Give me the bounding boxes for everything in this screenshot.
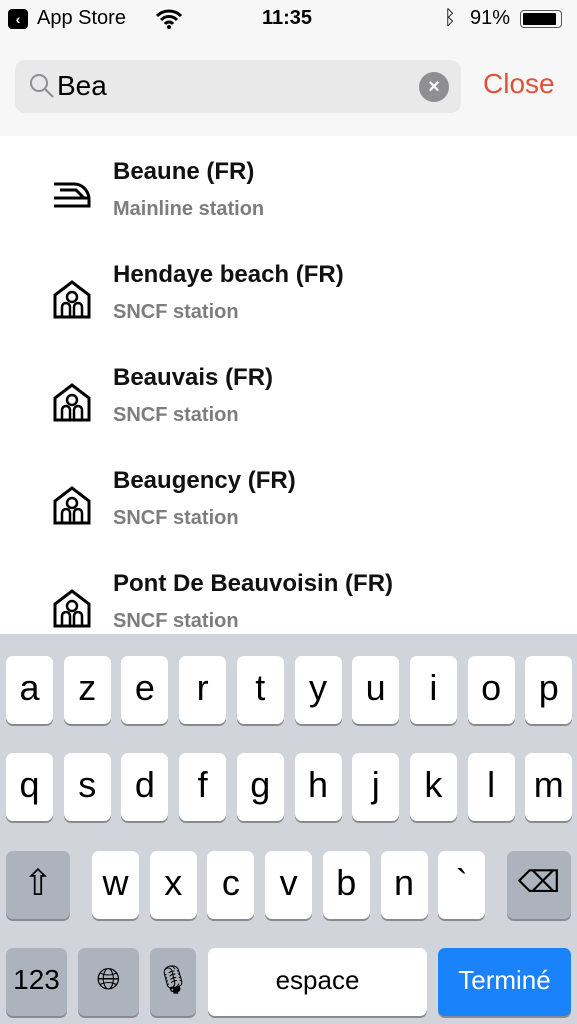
- key-t[interactable]: t: [236, 656, 284, 724]
- close-button[interactable]: Close: [483, 68, 555, 100]
- search-header: Bea × Close: [0, 36, 577, 136]
- globe-icon[interactable]: 🌐︎: [78, 948, 139, 1016]
- key-c[interactable]: c: [207, 851, 255, 919]
- key-z[interactable]: z: [63, 656, 111, 724]
- result-item[interactable]: Beaune (FR) Mainline station: [0, 140, 577, 243]
- space-key[interactable]: espace: [208, 948, 427, 1016]
- back-to-app-store[interactable]: App Store: [37, 7, 126, 30]
- clear-search-button[interactable]: ×: [419, 72, 449, 102]
- search-icon: [30, 74, 54, 98]
- key-a[interactable]: a: [6, 656, 53, 724]
- result-title: Beauvais (FR): [113, 364, 274, 391]
- key-v[interactable]: v: [265, 851, 313, 919]
- back-chevron-icon[interactable]: ‹: [8, 9, 28, 29]
- numbers-key[interactable]: 123: [6, 948, 67, 1016]
- bluetooth-icon: ᛒ: [444, 7, 456, 29]
- key-q[interactable]: q: [6, 753, 53, 821]
- shift-key[interactable]: ⇧: [6, 851, 70, 919]
- result-title: Pont De Beauvoisin (FR): [113, 570, 394, 597]
- result-title: Hendaye beach (FR): [113, 261, 344, 288]
- train-icon: [52, 176, 92, 216]
- key-p[interactable]: p: [525, 656, 573, 724]
- key-e[interactable]: e: [121, 656, 169, 724]
- station-icon: [52, 382, 92, 422]
- battery-icon: [520, 10, 562, 28]
- delete-key[interactable]: ⌫: [507, 851, 571, 919]
- done-key[interactable]: Terminé: [438, 948, 571, 1016]
- wifi-icon: [156, 9, 182, 29]
- microphone-icon[interactable]: 🎙︎: [150, 948, 196, 1016]
- result-subtitle: SNCF station: [113, 301, 239, 323]
- key-k[interactable]: k: [409, 753, 457, 821]
- key-y[interactable]: y: [294, 656, 342, 724]
- battery-percent: 91%: [470, 7, 511, 29]
- station-icon: [52, 588, 92, 628]
- result-item[interactable]: Beauvais (FR) SNCF station: [0, 346, 577, 449]
- key-`[interactable]: `: [438, 851, 486, 919]
- key-i[interactable]: i: [409, 656, 457, 724]
- key-l[interactable]: l: [467, 753, 515, 821]
- search-input[interactable]: Bea: [57, 70, 107, 102]
- key-h[interactable]: h: [294, 753, 342, 821]
- key-m[interactable]: m: [525, 753, 573, 821]
- key-n[interactable]: n: [380, 851, 428, 919]
- key-x[interactable]: x: [149, 851, 197, 919]
- key-b[interactable]: b: [322, 851, 370, 919]
- key-o[interactable]: o: [467, 656, 515, 724]
- station-icon: [52, 279, 92, 319]
- key-j[interactable]: j: [352, 753, 400, 821]
- result-title: Beaune (FR): [113, 158, 255, 185]
- result-title: Beaugency (FR): [113, 467, 296, 494]
- search-field[interactable]: Bea ×: [15, 60, 461, 113]
- result-item[interactable]: Hendaye beach (FR) SNCF station: [0, 243, 577, 346]
- key-g[interactable]: g: [236, 753, 284, 821]
- key-s[interactable]: s: [63, 753, 111, 821]
- key-d[interactable]: d: [121, 753, 169, 821]
- key-f[interactable]: f: [179, 753, 227, 821]
- keyboard: ⇧ ⌫ 123 🌐︎ 🎙︎ espace Terminé azertyuiop q…: [0, 634, 577, 1024]
- status-bar: ‹ App Store 11:35 ᛒ 91%: [0, 0, 577, 36]
- result-subtitle: SNCF station: [113, 507, 239, 529]
- key-r[interactable]: r: [179, 656, 227, 724]
- result-item[interactable]: Beaugency (FR) SNCF station: [0, 449, 577, 552]
- result-subtitle: Mainline station: [113, 198, 265, 220]
- station-icon: [52, 485, 92, 525]
- result-subtitle: SNCF station: [113, 404, 239, 426]
- clock: 11:35: [262, 7, 313, 29]
- key-w[interactable]: w: [92, 851, 139, 919]
- key-u[interactable]: u: [352, 656, 400, 724]
- result-subtitle: SNCF station: [113, 610, 239, 632]
